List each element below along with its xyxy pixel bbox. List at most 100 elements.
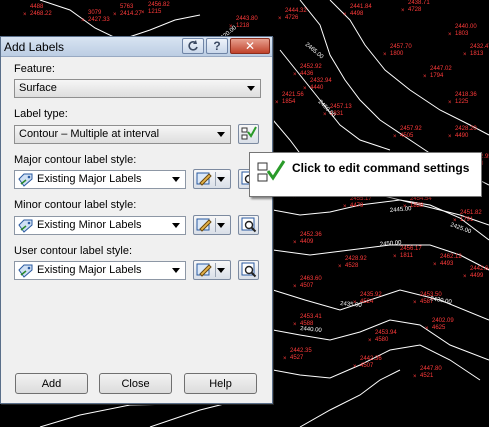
spot-marker: × — [293, 284, 297, 290]
spot-label-id: 2453.94 — [375, 330, 397, 336]
spot-label-elevation: 4527 — [290, 355, 304, 361]
label-type-select[interactable]: Contour – Multiple at interval — [14, 125, 231, 144]
spot-label-elevation: 2427.33 — [88, 17, 110, 23]
spot-label-elevation: 1828 — [410, 203, 424, 209]
spot-label-id: 4488 — [30, 4, 44, 10]
user-style-select[interactable]: Existing Major Labels — [14, 261, 186, 280]
spot-label-elevation: 4728 — [408, 7, 422, 13]
spot-label-elevation: 4505 — [400, 133, 414, 139]
checklist-icon — [257, 160, 286, 182]
edit-style-icon — [196, 218, 212, 232]
help-button[interactable]: Help — [184, 373, 257, 394]
spot-label-elevation: 4625 — [432, 325, 446, 331]
chevron-down-icon — [217, 223, 225, 228]
spot-label-elevation: 4440 — [310, 85, 324, 91]
spot-marker: × — [463, 52, 467, 58]
spot-label-elevation: 4521 — [420, 373, 434, 379]
spot-marker: × — [448, 134, 452, 140]
spot-label-id: 2428.92 — [345, 256, 367, 262]
major-style-label: Major contour label style: — [14, 154, 137, 166]
spot-marker: × — [275, 100, 279, 106]
user-style-preview-button[interactable] — [238, 260, 259, 280]
spot-marker: × — [433, 262, 437, 268]
chevron-down-icon — [247, 86, 255, 91]
spot-label-id: 2421.56 — [282, 92, 304, 98]
spot-label-id: 2432.47 — [470, 44, 489, 50]
spot-label-id: 2418.36 — [455, 92, 477, 98]
user-style-label: User contour label style: — [14, 245, 132, 257]
spot-label-elevation: 1811 — [400, 253, 414, 259]
spot-label-id: 2456.17 — [400, 246, 422, 252]
minor-style-select[interactable]: Existing Minor Labels — [14, 216, 186, 235]
label-style-icon — [18, 173, 33, 187]
command-settings-button[interactable] — [238, 124, 259, 144]
spot-marker: × — [368, 338, 372, 344]
spot-marker: × — [448, 100, 452, 106]
spot-marker: × — [423, 74, 427, 80]
spot-label-elevation: 4528 — [345, 263, 359, 269]
spot-marker: × — [293, 72, 297, 78]
chevron-down-icon — [217, 132, 225, 137]
spot-marker: × — [338, 264, 342, 270]
contour-label: 2435.00 — [340, 301, 363, 309]
spot-label-id: 2463.60 — [300, 276, 322, 282]
user-style-edit-button[interactable] — [193, 260, 231, 280]
spot-label-id: 2462.12 — [440, 254, 462, 260]
spot-label-id: 2440.00 — [455, 24, 477, 30]
spot-marker: × — [293, 322, 297, 328]
spot-label-id: 2438.71 — [408, 0, 430, 6]
spot-label-elevation: 1218 — [236, 23, 250, 29]
minor-style-edit-button[interactable] — [193, 215, 231, 235]
edit-style-icon — [196, 172, 212, 186]
spot-label-elevation: 2468.22 — [30, 11, 52, 17]
spot-label-elevation: 4436 — [300, 71, 314, 77]
label-type-label: Label type: — [14, 108, 68, 120]
dialog-title: Add Labels — [4, 40, 65, 54]
contour-line — [299, 369, 401, 427]
spot-marker: × — [81, 18, 85, 24]
spot-label-id: 2457.13 — [330, 104, 352, 110]
spot-marker: × — [23, 12, 27, 18]
spot-label-elevation: 1800 — [390, 51, 404, 57]
contour-line — [279, 49, 391, 151]
close-icon[interactable]: ✕ — [230, 38, 270, 54]
magnifier-icon — [241, 217, 256, 233]
spot-label-id: 2444.32 — [285, 8, 307, 14]
dialog-titlebar[interactable]: Add Labels ? ✕ — [1, 37, 272, 57]
spot-label-elevation: 4490 — [455, 133, 469, 139]
spot-marker: × — [283, 356, 287, 362]
refresh-icon[interactable] — [182, 38, 204, 54]
spot-label-elevation: 1803 — [455, 31, 469, 37]
spot-marker: × — [278, 16, 282, 22]
feature-label: Feature: — [14, 63, 55, 75]
contour-label: 2465.00 — [304, 42, 325, 61]
chevron-down-icon — [172, 177, 180, 182]
spot-label-id: 2442.64 — [470, 266, 489, 272]
minor-style-preview-button[interactable] — [238, 215, 259, 235]
spot-label-id: 2456.82 — [148, 2, 170, 8]
spot-label-elevation: 4493 — [440, 261, 454, 267]
spot-label-id: 2453.41 — [300, 314, 322, 320]
edit-style-icon — [196, 263, 212, 277]
major-style-select[interactable]: Existing Major Labels — [14, 170, 186, 189]
spot-label-elevation: 4507 — [360, 363, 374, 369]
feature-select[interactable]: Surface — [14, 79, 261, 98]
spot-label-elevation: 4409 — [300, 239, 314, 245]
add-button[interactable]: Add — [15, 373, 88, 394]
spot-label-elevation: 4580 — [375, 337, 389, 343]
contour-label: 2440.00 — [300, 326, 323, 334]
add-labels-dialog: Add Labels ? ✕ Feature: Surface Label ty… — [0, 36, 273, 404]
spot-label-id: 2428.20 — [455, 126, 477, 132]
spot-label-elevation: 4498 — [350, 11, 364, 17]
major-style-edit-button[interactable] — [193, 169, 231, 189]
spot-label-id: 2457.70 — [390, 44, 412, 50]
chevron-down-icon — [172, 268, 180, 273]
minor-style-label: Minor contour label style: — [14, 199, 137, 211]
spot-marker: × — [343, 204, 347, 210]
help-icon[interactable]: ? — [206, 38, 228, 54]
spot-marker: × — [353, 364, 357, 370]
close-button[interactable]: Close — [99, 373, 172, 394]
spot-label-elevation: 1813 — [470, 51, 484, 57]
label-style-icon — [18, 219, 33, 233]
spot-label-id: 2432.94 — [310, 78, 332, 84]
